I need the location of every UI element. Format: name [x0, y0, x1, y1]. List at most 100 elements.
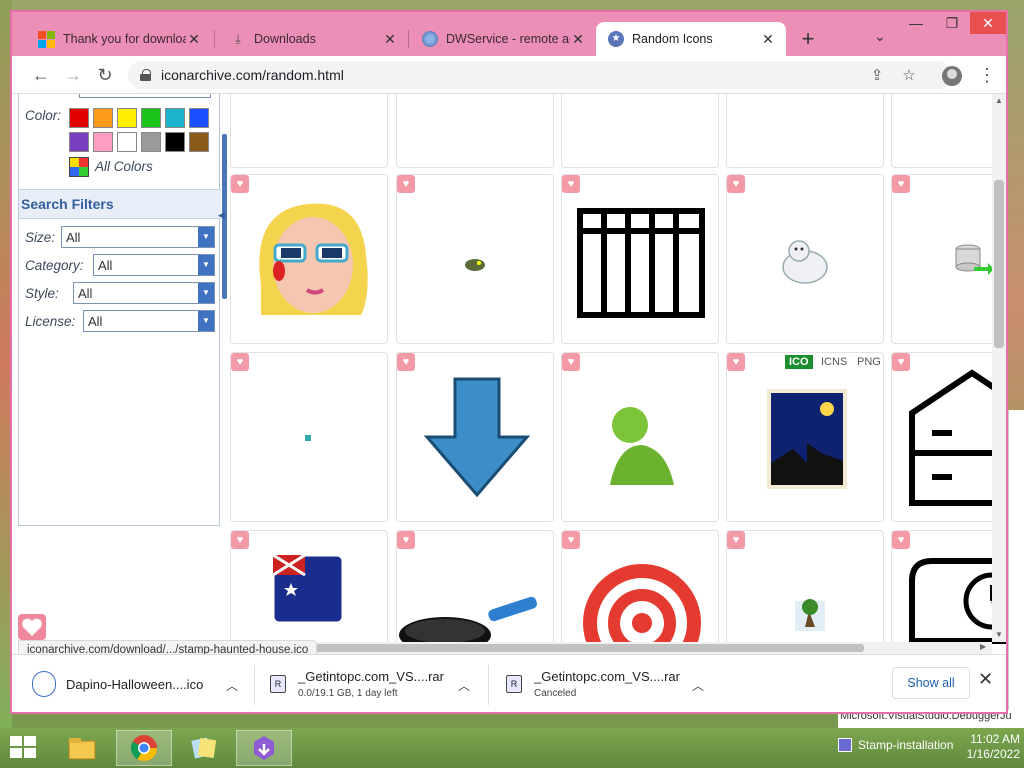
- icon-card[interactable]: ♥: [726, 174, 884, 344]
- icon-card[interactable]: ♥: [561, 352, 719, 522]
- size-select[interactable]: All ▼: [61, 226, 215, 248]
- color-swatch[interactable]: [93, 108, 113, 128]
- collapse-arrow-icon[interactable]: ◀: [218, 210, 225, 221]
- download-item[interactable]: Dapino-Halloween....ico: [32, 663, 203, 705]
- scroll-thumb[interactable]: [994, 180, 1004, 348]
- favorite-heart-icon[interactable]: ♥: [397, 531, 415, 549]
- favorite-heart-icon[interactable]: ♥: [892, 175, 910, 193]
- icon-card[interactable]: ♥: [891, 530, 1006, 654]
- icon-card[interactable]: [726, 94, 884, 168]
- all-colors-link[interactable]: All Colors: [95, 159, 153, 174]
- favorite-heart-icon[interactable]: ♥: [727, 175, 745, 193]
- maximize-button[interactable]: ❐: [934, 12, 970, 34]
- all-colors-icon[interactable]: [69, 157, 89, 177]
- color-swatch[interactable]: [165, 132, 185, 152]
- color-swatch[interactable]: [165, 108, 185, 128]
- download-item[interactable]: R _Getintopc.com_VS....rar 0.0/19.1 GB, …: [270, 663, 444, 705]
- vertical-scrollbar[interactable]: ▲ ▼: [992, 94, 1006, 642]
- close-icon[interactable]: ✕: [978, 669, 993, 690]
- favorite-heart-icon[interactable]: ♥: [231, 175, 249, 193]
- share-icon[interactable]: ⇪: [866, 65, 888, 87]
- chrome-icon[interactable]: [116, 730, 172, 766]
- favorite-heart-icon[interactable]: ♥: [231, 531, 249, 549]
- color-swatch[interactable]: [189, 132, 209, 152]
- favorite-heart-icon[interactable]: ♥: [892, 353, 910, 371]
- color-swatch[interactable]: [69, 132, 89, 152]
- icon-card[interactable]: ✕: [561, 94, 719, 168]
- start-button[interactable]: [10, 736, 38, 760]
- icon-card[interactable]: [230, 94, 388, 168]
- tab-thank-you[interactable]: Thank you for downloa ✕: [26, 22, 212, 56]
- url-text[interactable]: iconarchive.com/random.html: [161, 67, 344, 83]
- icon-card[interactable]: ♥: [726, 530, 884, 654]
- favorite-heart-icon[interactable]: ♥: [231, 353, 249, 371]
- category-select[interactable]: All ▼: [93, 254, 215, 276]
- file-explorer-icon[interactable]: [54, 730, 110, 766]
- profile-avatar[interactable]: [942, 66, 962, 86]
- favorites-heart-button[interactable]: [18, 614, 46, 640]
- icon-card[interactable]: [396, 94, 554, 168]
- favorite-heart-icon[interactable]: ♥: [562, 175, 580, 193]
- close-window-button[interactable]: ✕: [970, 12, 1006, 34]
- icon-card[interactable]: ♥: [396, 530, 554, 654]
- color-swatch[interactable]: [141, 132, 161, 152]
- close-icon[interactable]: ✕: [760, 31, 776, 48]
- icon-card[interactable]: ♥ ICO ICNS PNG: [726, 352, 884, 522]
- chevron-up-icon[interactable]: ︿: [226, 677, 238, 694]
- favorite-heart-icon[interactable]: ♥: [397, 175, 415, 193]
- icon-card[interactable]: ♥: [230, 530, 388, 654]
- close-icon[interactable]: ✕: [570, 31, 586, 48]
- tab-random-icons[interactable]: ★ Random Icons ✕: [596, 22, 786, 56]
- system-clock[interactable]: 11:02 AM 1/16/2022: [944, 732, 1020, 762]
- icon-card[interactable]: ♥: [561, 530, 719, 654]
- address-bar[interactable]: iconarchive.com/random.html ⇪ ☆: [128, 61, 952, 89]
- icon-card[interactable]: ♥: [891, 352, 1006, 522]
- scroll-thumb[interactable]: [224, 644, 864, 652]
- color-swatch[interactable]: [117, 132, 137, 152]
- icon-card[interactable]: [891, 94, 1006, 168]
- forward-button[interactable]: →: [60, 62, 86, 88]
- notes-app-icon[interactable]: [176, 730, 232, 766]
- favorite-heart-icon[interactable]: ♥: [727, 531, 745, 549]
- color-swatch[interactable]: [189, 108, 209, 128]
- icon-card[interactable]: ♥: [230, 174, 388, 344]
- bookmark-star-icon[interactable]: ☆: [898, 65, 920, 87]
- new-tab-button[interactable]: +: [794, 26, 822, 54]
- chevron-down-icon[interactable]: ⌄: [874, 28, 886, 45]
- favorite-heart-icon[interactable]: ♥: [397, 353, 415, 371]
- tab-downloads[interactable]: ⤓ Downloads ✕: [218, 22, 408, 56]
- icon-card[interactable]: ♥: [891, 174, 1006, 344]
- chevron-up-icon[interactable]: ︿: [692, 677, 704, 694]
- format-png-button[interactable]: PNG: [853, 355, 883, 369]
- icon-card[interactable]: ♥: [396, 174, 554, 344]
- favorite-heart-icon[interactable]: ♥: [562, 531, 580, 549]
- show-all-button[interactable]: Show all: [892, 667, 970, 699]
- color-swatch[interactable]: [93, 132, 113, 152]
- format-ico-button[interactable]: ICO: [785, 355, 813, 369]
- menu-kebab-icon[interactable]: ⋮: [978, 62, 996, 88]
- background-window[interactable]: [1008, 410, 1024, 730]
- chevron-up-icon[interactable]: ︿: [458, 677, 470, 694]
- color-swatch[interactable]: [141, 108, 161, 128]
- tab-dwservice[interactable]: DWService - remote ac ✕: [410, 22, 596, 56]
- horizontal-scrollbar[interactable]: ▶: [212, 642, 992, 654]
- visual-studio-installer-icon[interactable]: [236, 730, 292, 766]
- download-item[interactable]: R _Getintopc.com_VS....rar Canceled: [506, 663, 680, 705]
- icon-card[interactable]: ♥: [230, 352, 388, 522]
- favorite-heart-icon[interactable]: ♥: [892, 531, 910, 549]
- color-swatch[interactable]: [117, 108, 137, 128]
- back-button[interactable]: ←: [28, 62, 54, 88]
- icon-card[interactable]: ♥: [396, 352, 554, 522]
- cut-off-select[interactable]: [79, 94, 211, 98]
- minimize-button[interactable]: —: [898, 12, 934, 34]
- checkbox-icon[interactable]: [838, 738, 852, 752]
- format-icns-button[interactable]: ICNS: [817, 355, 851, 369]
- style-select[interactable]: All ▼: [73, 282, 215, 304]
- license-select[interactable]: All ▼: [83, 310, 215, 332]
- favorite-heart-icon[interactable]: ♥: [727, 353, 745, 371]
- close-icon[interactable]: ✕: [382, 31, 398, 48]
- color-swatch[interactable]: [69, 108, 89, 128]
- close-icon[interactable]: ✕: [186, 31, 202, 48]
- favorite-heart-icon[interactable]: ♥: [562, 353, 580, 371]
- icon-card[interactable]: ♥: [561, 174, 719, 344]
